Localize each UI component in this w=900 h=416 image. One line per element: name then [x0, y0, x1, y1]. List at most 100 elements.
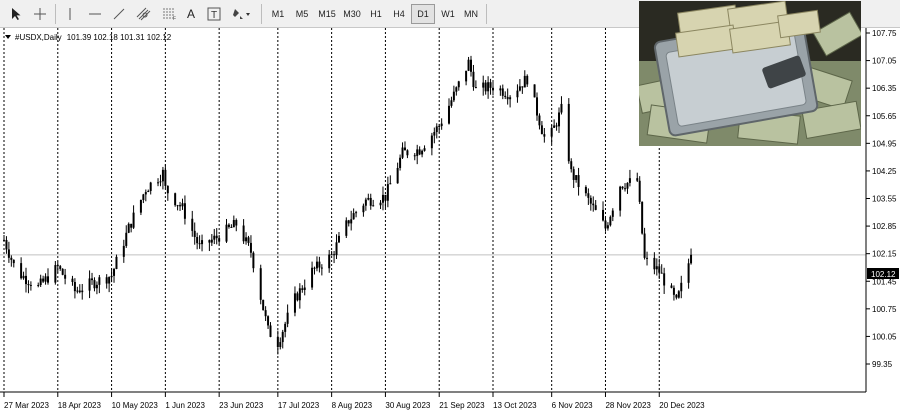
candle-body [352, 213, 355, 220]
candle-body [457, 81, 460, 88]
candle-body [95, 284, 98, 289]
candle-body [91, 278, 94, 281]
price-axis: 107.75 107.05 106.35 105.65 104.95 104.25 103.… [866, 29, 897, 369]
cursor-icon[interactable] [6, 4, 26, 24]
svg-text:T: T [211, 10, 217, 21]
candle-body [181, 203, 184, 207]
candle-body [372, 205, 375, 207]
candle-body [78, 290, 81, 293]
candle-body [56, 265, 59, 267]
price-tick-label: 99.35 [872, 360, 893, 369]
candle-body [296, 293, 299, 301]
text-label-icon[interactable]: T [205, 4, 223, 24]
candle-body [624, 188, 627, 190]
candle-body [379, 202, 382, 206]
candle-body [636, 178, 639, 181]
timeframe-m15[interactable]: M15 [314, 4, 340, 24]
timeframe-h1[interactable]: H1 [364, 4, 388, 24]
candle-body [369, 197, 372, 206]
candle-body [132, 212, 135, 228]
timeframe-m30[interactable]: M30 [339, 4, 365, 24]
candle-body [113, 268, 116, 276]
timeframe-d1[interactable]: D1 [411, 4, 435, 24]
candle-body [521, 86, 524, 88]
candle-body [142, 194, 145, 200]
candle-body [230, 226, 233, 228]
candle-body [335, 242, 338, 256]
candle-body [658, 266, 661, 273]
candle-body [577, 175, 580, 188]
candle-body [174, 193, 177, 206]
price-tick-label: 100.75 [872, 305, 897, 314]
candle-body [575, 175, 578, 180]
candle-body [108, 277, 111, 284]
candle-body [399, 157, 402, 168]
candle-body [130, 223, 133, 228]
candle-body [27, 284, 30, 286]
candle-body [47, 276, 50, 283]
candle-body [567, 103, 570, 162]
timeframe-h4[interactable]: H4 [387, 4, 411, 24]
candle-body [64, 274, 67, 279]
time-tick-label: 20 Dec 2023 [659, 401, 705, 410]
timeframe-m5[interactable]: M5 [290, 4, 314, 24]
channel-icon[interactable] [133, 4, 155, 24]
candle-body [381, 194, 384, 203]
chart-menu-triangle-icon[interactable] [5, 35, 11, 39]
timeframe-w1[interactable]: W1 [436, 4, 460, 24]
trend-line-icon[interactable] [108, 4, 130, 24]
crosshair-icon[interactable] [30, 4, 50, 24]
candle-body [215, 235, 218, 239]
candle-body [433, 132, 436, 136]
candle-body [115, 256, 118, 269]
candle-body [328, 254, 331, 269]
candle-body [76, 290, 79, 292]
candle-body [161, 169, 164, 182]
candle-body [550, 127, 553, 137]
price-tick-label: 104.25 [872, 167, 897, 176]
candle-body [572, 169, 575, 180]
candle-body [364, 199, 367, 206]
candle-body [311, 267, 314, 288]
candle-body [284, 323, 287, 332]
candle-body [298, 288, 301, 301]
candle-body [281, 331, 284, 343]
candle-body [37, 284, 40, 286]
candle-body [110, 275, 113, 278]
price-tick-label: 104.95 [872, 139, 897, 148]
candle-body [587, 193, 590, 198]
candle-body [499, 88, 502, 91]
candle-body [44, 276, 47, 282]
candle-body [660, 272, 663, 274]
timeframe-mn[interactable]: MN [459, 4, 483, 24]
candle-body [350, 219, 353, 224]
candle-body [516, 90, 519, 98]
candle-body [677, 291, 680, 298]
candle-body [452, 91, 455, 101]
shapes-icon[interactable] [229, 4, 255, 24]
candle-body [611, 210, 614, 217]
candle-body [465, 70, 468, 82]
candle-body [621, 186, 624, 189]
candle-body [5, 239, 8, 250]
candle-body [252, 252, 255, 269]
candle-body [653, 257, 656, 270]
candle-body [22, 275, 25, 279]
candles [3, 55, 693, 355]
candle-body [59, 266, 62, 269]
candle-body [232, 220, 235, 228]
candle-body [675, 294, 678, 298]
candle-body [506, 96, 509, 100]
candle-body [487, 82, 490, 92]
vertical-line-icon[interactable] [60, 4, 80, 24]
fibonacci-icon[interactable]: F [158, 4, 180, 24]
horizontal-line-icon[interactable] [84, 4, 106, 24]
candle-body [201, 240, 204, 245]
candle-body [264, 310, 267, 317]
candle-body [81, 290, 84, 293]
candle-body [435, 126, 438, 133]
text-icon[interactable]: A [182, 4, 200, 24]
time-tick-label: 13 Oct 2023 [493, 401, 537, 410]
candle-body [604, 220, 607, 229]
timeframe-m1[interactable]: M1 [266, 4, 290, 24]
